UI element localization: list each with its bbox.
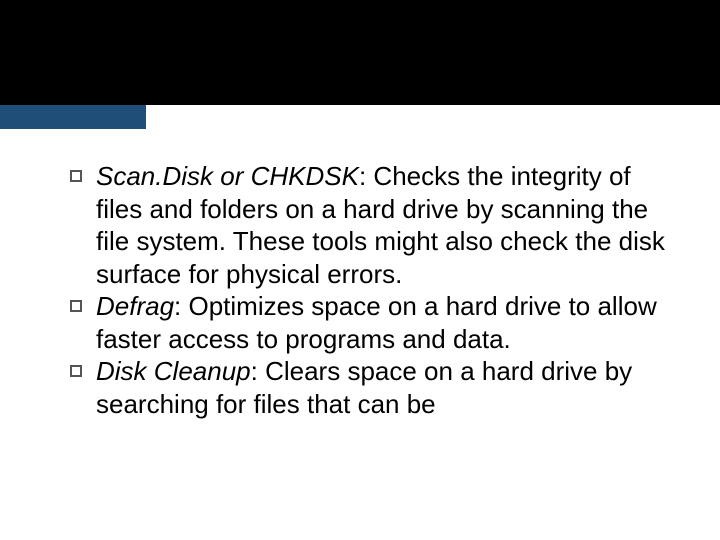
list-item: Defrag: Optimizes space on a hard drive … <box>70 290 670 355</box>
top-black-band <box>0 0 720 105</box>
bullet-text: Disk Cleanup: Clears space on a hard dri… <box>96 355 670 420</box>
bullet-text: Scan.Disk or CHKDSK: Checks the integrit… <box>96 160 670 290</box>
list-item: Disk Cleanup: Clears space on a hard dri… <box>70 355 670 420</box>
term: Defrag <box>96 291 174 321</box>
list-item: Scan.Disk or CHKDSK: Checks the integrit… <box>70 160 670 290</box>
blue-accent-bar <box>0 105 146 129</box>
hollow-square-bullet-icon <box>70 170 82 182</box>
hollow-square-bullet-icon <box>70 365 82 377</box>
hollow-square-bullet-icon <box>70 300 82 312</box>
description: : Optimizes space on a hard drive to all… <box>96 291 657 354</box>
term: Scan.Disk or CHKDSK <box>96 161 359 191</box>
term: Disk Cleanup <box>96 356 251 386</box>
bullet-text: Defrag: Optimizes space on a hard drive … <box>96 290 670 355</box>
slide-content: Scan.Disk or CHKDSK: Checks the integrit… <box>70 160 670 420</box>
